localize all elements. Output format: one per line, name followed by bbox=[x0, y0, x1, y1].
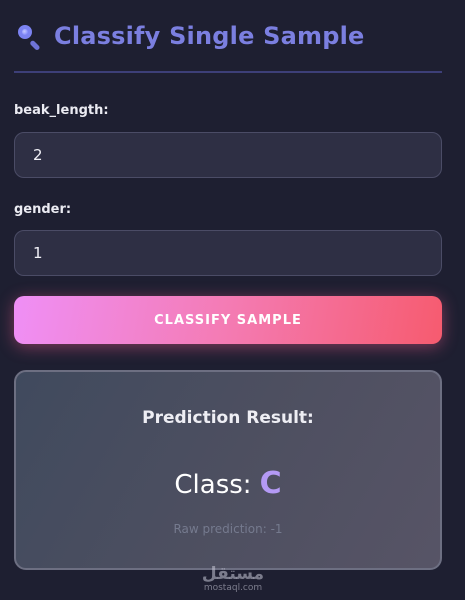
header-divider bbox=[14, 71, 442, 73]
watermark-mark: مستقل bbox=[201, 564, 265, 584]
prediction-result-title: Prediction Result: bbox=[142, 408, 314, 428]
page-header: Classify Single Sample bbox=[16, 22, 365, 52]
page-title: Classify Single Sample bbox=[54, 22, 365, 50]
raw-prediction: Raw prediction: -1 bbox=[173, 522, 283, 536]
gender-input[interactable] bbox=[14, 230, 442, 276]
class-value: C bbox=[259, 466, 282, 501]
class-label: Class: bbox=[174, 470, 252, 500]
gender-label: gender: bbox=[14, 202, 72, 217]
classify-sample-button[interactable]: CLASSIFY SAMPLE bbox=[14, 296, 442, 344]
predicted-class: Class: C bbox=[16, 466, 440, 501]
beak-length-input[interactable] bbox=[14, 132, 442, 178]
prediction-result-card: Prediction Result: Class: C Raw predictio… bbox=[14, 370, 442, 570]
watermark-text: mostaql.com bbox=[203, 583, 263, 593]
watermark-logo: مستقل mostaql.com bbox=[196, 566, 270, 594]
magnifier-icon bbox=[16, 23, 42, 52]
beak-length-label: beak_length: bbox=[14, 103, 109, 118]
